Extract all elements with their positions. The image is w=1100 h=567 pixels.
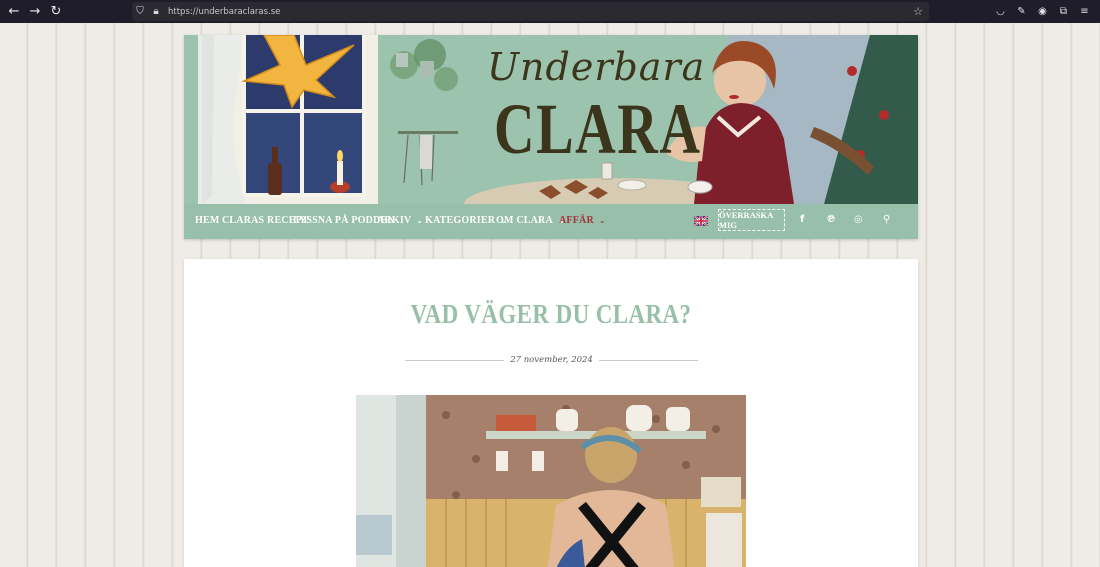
chevron-down-icon: ⌄ — [416, 216, 424, 225]
shield-icon[interactable]: ⛉ — [132, 6, 148, 17]
site-header: Underbara CLARA Hem Claras recept Lyssna… — [184, 35, 918, 239]
url-bar[interactable]: ⛉ 🔒︎ https://underbaraclaras.se ☆ — [132, 2, 929, 21]
instagram-icon[interactable]: ◎ — [854, 214, 863, 225]
divider — [598, 359, 699, 361]
nav-item-kategorier[interactable]: Kategorier ⌄ — [425, 215, 507, 226]
nav-item-label: Hem — [195, 215, 220, 226]
nav-item-label: Kategorier — [425, 215, 496, 226]
facebook-icon[interactable]: f — [800, 214, 804, 225]
nav-item-label: Arkiv — [377, 215, 412, 226]
nav-item-label: Om Clara — [496, 215, 553, 226]
extensions-icon[interactable]: ⧉ — [1054, 2, 1073, 21]
pinterest-icon[interactable]: ℗ — [826, 214, 836, 225]
search-icon[interactable]: ⚲ — [883, 214, 890, 225]
post-title[interactable]: VAD VÄGER DU CLARA? — [239, 299, 863, 330]
post-date-row: 27 november, 2024 — [405, 353, 699, 367]
main-nav: Hem Claras recept Lyssna på podden Arkiv… — [184, 204, 918, 239]
logo-script-text[interactable]: Underbara — [487, 45, 705, 89]
nav-item-label: Affär — [559, 215, 594, 226]
post-card: VAD VÄGER DU CLARA? 27 november, 2024 — [184, 259, 918, 567]
nav-item-affar[interactable]: Affär ⌄ — [559, 215, 606, 226]
surprise-me-button[interactable]: Överraska mig — [718, 209, 785, 231]
wrench-icon[interactable]: ✎ — [1012, 2, 1031, 21]
browser-toolbar: ← → ↻ ⛉ 🔒︎ https://underbaraclaras.se ☆ … — [0, 0, 1100, 23]
divider — [405, 359, 505, 361]
pocket-icon[interactable]: ◡ — [991, 2, 1010, 21]
nav-item-hem[interactable]: Hem — [195, 215, 220, 226]
nav-item-arkiv[interactable]: Arkiv ⌄ — [377, 215, 423, 226]
logo-main-text[interactable]: CLARA — [494, 88, 701, 171]
menu-icon[interactable]: ≡ — [1075, 2, 1094, 21]
chevron-down-icon: ⌄ — [598, 216, 606, 225]
uk-flag-icon[interactable] — [694, 216, 708, 226]
back-arrow-icon[interactable]: ← — [4, 2, 24, 22]
browser-nav-buttons: ← → ↻ — [4, 2, 66, 22]
reload-icon[interactable]: ↻ — [46, 2, 66, 22]
lock-icon[interactable]: 🔒︎ — [148, 6, 164, 17]
post-photo[interactable] — [356, 395, 746, 567]
account-icon[interactable]: ◉ — [1033, 2, 1052, 21]
nav-item-om-clara[interactable]: Om Clara ⌄ — [496, 215, 565, 226]
post-date: 27 november, 2024 — [510, 355, 593, 365]
forward-arrow-icon[interactable]: → — [25, 2, 45, 22]
bookmark-star-icon[interactable]: ☆ — [913, 5, 923, 18]
url-text[interactable]: https://underbaraclaras.se — [168, 7, 280, 17]
browser-tools: ◡ ✎ ◉ ⧉ ≡ — [991, 2, 1094, 21]
